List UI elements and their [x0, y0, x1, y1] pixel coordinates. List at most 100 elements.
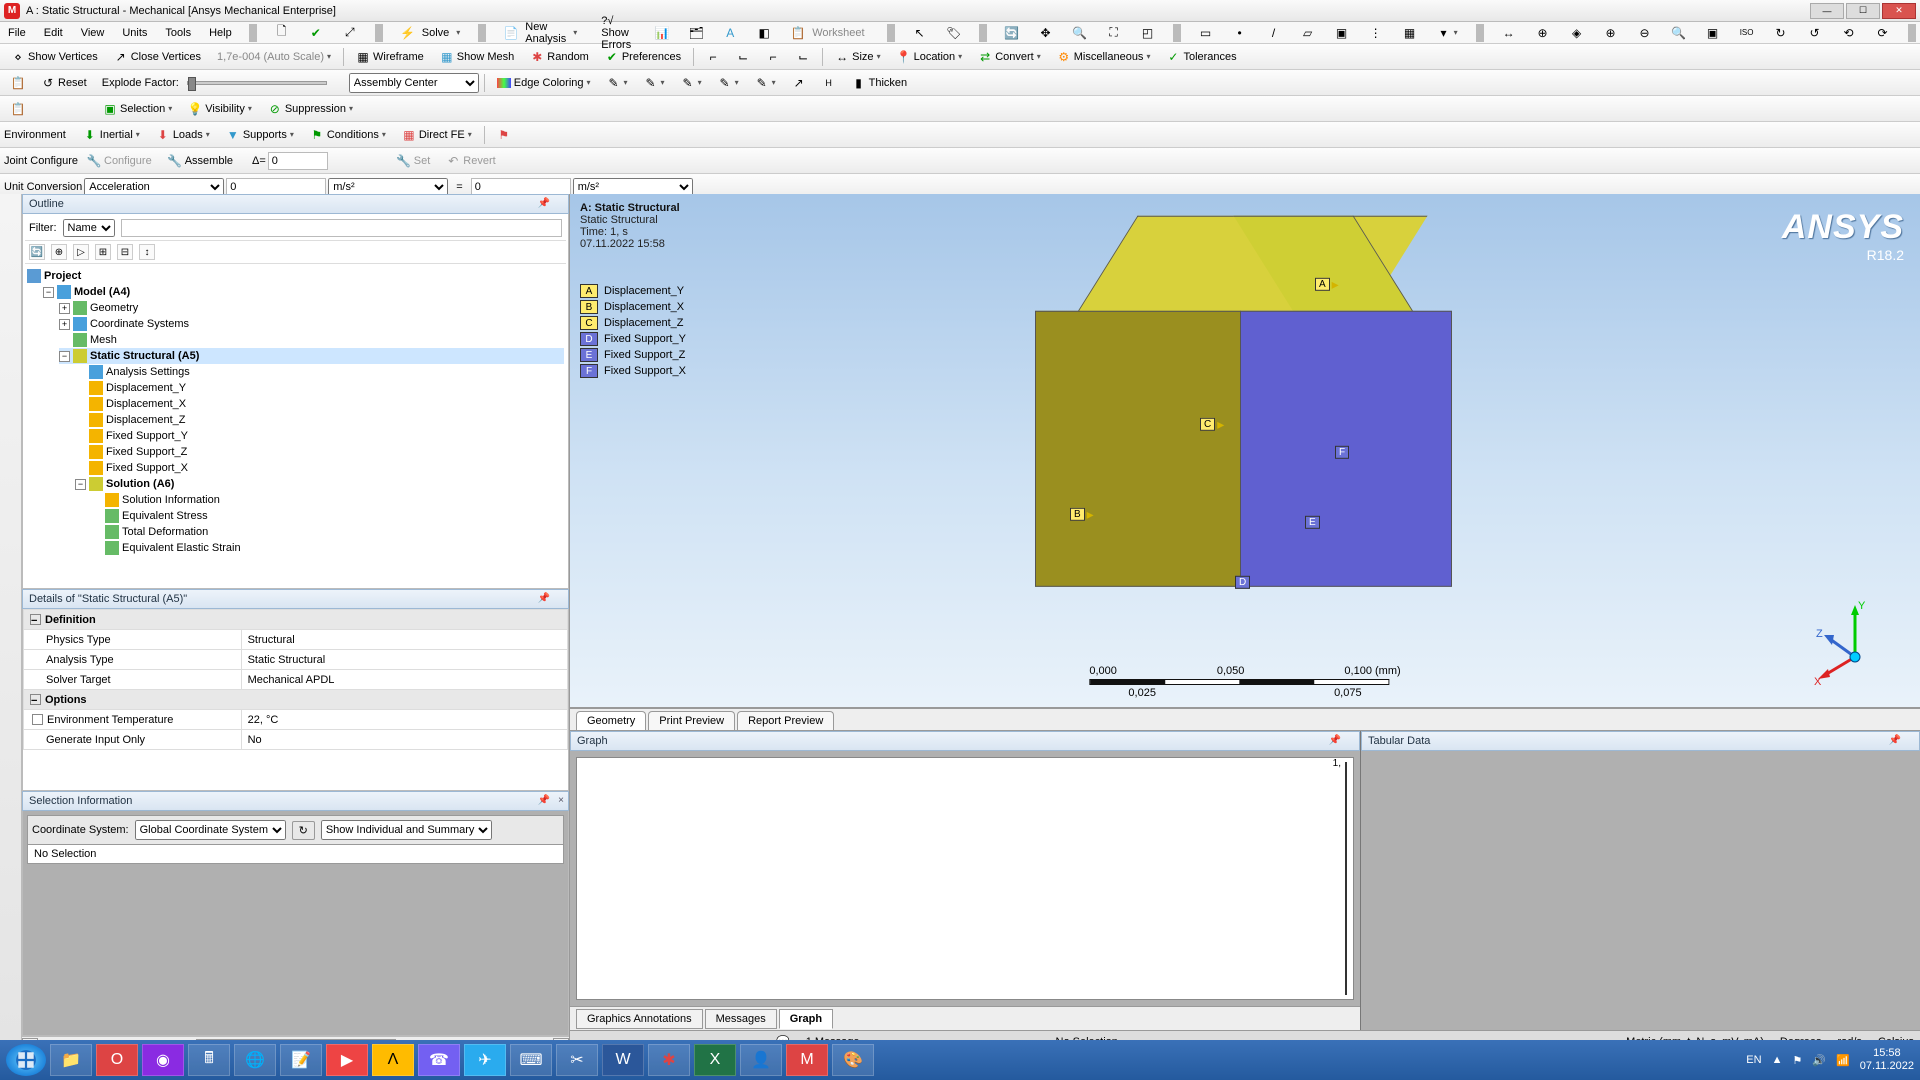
- menu-help[interactable]: Help: [205, 25, 236, 41]
- task-terminal[interactable]: ⌨: [510, 1044, 552, 1076]
- align-2[interactable]: ⌙: [729, 47, 757, 67]
- miscellaneous-dd[interactable]: ⚙Miscellaneous: [1050, 47, 1158, 67]
- extend-icon[interactable]: ↔: [1497, 23, 1521, 43]
- selinfo-pin-icon[interactable]: 📌: [538, 795, 550, 806]
- zoom-fit-icon[interactable]: ⛶: [1102, 23, 1126, 43]
- edge-coloring-dd[interactable]: Edge Coloring: [490, 74, 598, 92]
- details-row-gen-input[interactable]: Generate Input OnlyNo: [24, 730, 568, 750]
- tree-fix-z[interactable]: Fixed Support_Z: [75, 444, 564, 460]
- size-dd[interactable]: ↔Size: [828, 47, 887, 67]
- reset-button[interactable]: ↺Reset: [34, 73, 94, 93]
- tree-minus-icon[interactable]: ⊟: [117, 244, 133, 260]
- sort-icon[interactable]: ↕: [139, 244, 155, 260]
- show-mesh-button[interactable]: ▦Show Mesh: [433, 47, 521, 67]
- worksheet-button[interactable]: 📋Worksheet: [786, 22, 873, 44]
- grow-icon[interactable]: ⊕: [1531, 23, 1555, 43]
- show-vertices-button[interactable]: ⋄Show Vertices: [4, 47, 105, 67]
- details-row-analysis[interactable]: Analysis TypeStatic Structural: [24, 650, 568, 670]
- sel-node-icon[interactable]: ⋮: [1364, 23, 1388, 43]
- suppression-dd[interactable]: ⊘Suppression: [261, 99, 360, 119]
- brush3[interactable]: ✎: [674, 73, 709, 93]
- toolbar-expand-icon[interactable]: ⤢: [338, 23, 362, 43]
- toolbar-small-4[interactable]: ◧: [752, 23, 776, 43]
- refresh-icon[interactable]: 🔄: [29, 244, 45, 260]
- show-mode-select[interactable]: Show Individual and Summary: [321, 820, 492, 840]
- cube-model[interactable]: A▸ C▸ B▸ F E D: [1035, 215, 1455, 635]
- unit-select-2[interactable]: m/s²: [573, 178, 693, 196]
- selinfo-close-icon[interactable]: ×: [558, 795, 564, 806]
- brush2[interactable]: ✎: [637, 73, 672, 93]
- tray-lang[interactable]: EN: [1746, 1054, 1761, 1066]
- unit-val-2[interactable]: [471, 178, 571, 196]
- revert-button[interactable]: ↶Revert: [439, 151, 502, 171]
- conditions-dd[interactable]: ⚑Conditions: [303, 125, 393, 145]
- delta-input[interactable]: [268, 152, 328, 170]
- tray-volume-icon[interactable]: 🔊: [1812, 1054, 1826, 1067]
- paste-icon[interactable]: 📋: [4, 99, 32, 119]
- orientation-triad[interactable]: Y X Z: [1810, 597, 1900, 687]
- view-x-icon[interactable]: ↻: [1769, 23, 1793, 43]
- flag-icon[interactable]: ⚑: [490, 125, 518, 145]
- quantity-select[interactable]: Acceleration: [84, 178, 224, 196]
- pan-icon[interactable]: ✥: [1034, 23, 1058, 43]
- toolbar-small-1[interactable]: 📊: [650, 23, 674, 43]
- sel-body-icon[interactable]: ▣: [1330, 23, 1354, 43]
- task-app3[interactable]: 👤: [740, 1044, 782, 1076]
- direction-icon[interactable]: ↗: [785, 73, 813, 93]
- task-word[interactable]: W: [602, 1044, 644, 1076]
- zoom-out-icon[interactable]: ⊖: [1633, 23, 1657, 43]
- close-vertices-button[interactable]: ↗Close Vertices: [107, 47, 208, 67]
- sel-face-icon[interactable]: ▱: [1296, 23, 1320, 43]
- tree-disp-x[interactable]: Displacement_X: [75, 396, 564, 412]
- task-gmail[interactable]: M: [786, 1044, 828, 1076]
- tray-network-icon[interactable]: 📶: [1836, 1054, 1850, 1067]
- filter-input[interactable]: [121, 219, 563, 237]
- start-button[interactable]: [6, 1044, 46, 1076]
- clipboard-icon[interactable]: 📋: [4, 73, 32, 93]
- toolbar-print-icon[interactable]: 🗋: [270, 23, 294, 43]
- zoom-box-icon[interactable]: ◰: [1136, 23, 1160, 43]
- tree-plus-icon[interactable]: ⊞: [95, 244, 111, 260]
- sel-edge-icon[interactable]: /: [1262, 23, 1286, 43]
- view-z2-icon[interactable]: ⟳: [1871, 23, 1895, 43]
- tree-static-structural[interactable]: −Static Structural (A5): [59, 348, 564, 364]
- align-4[interactable]: ⌙: [789, 47, 817, 67]
- graph-body[interactable]: 1,: [576, 757, 1354, 1000]
- tree-disp-z[interactable]: Displacement_Z: [75, 412, 564, 428]
- tree-coord[interactable]: +Coordinate Systems: [59, 316, 564, 332]
- tree-geometry[interactable]: +Geometry: [59, 300, 564, 316]
- selection-dd[interactable]: ▣Selection: [96, 99, 179, 119]
- task-notes[interactable]: 📝: [280, 1044, 322, 1076]
- tab-print-preview[interactable]: Print Preview: [648, 711, 735, 730]
- task-opera[interactable]: O: [96, 1044, 138, 1076]
- btab-graph[interactable]: Graph: [779, 1009, 833, 1029]
- coord-system-select[interactable]: Global Coordinate System: [135, 820, 286, 840]
- task-chrome[interactable]: 🌐: [234, 1044, 276, 1076]
- tree-solution-info[interactable]: Solution Information: [91, 492, 564, 508]
- rotate-icon[interactable]: 🔄: [1000, 23, 1024, 43]
- sel-mode-dd[interactable]: ▾: [1432, 23, 1463, 43]
- brush1[interactable]: ✎: [600, 73, 635, 93]
- brush4[interactable]: ✎: [711, 73, 746, 93]
- view-z-icon[interactable]: ⟲: [1837, 23, 1861, 43]
- graph-pin-icon[interactable]: 📌: [1329, 735, 1341, 746]
- tree-fix-x[interactable]: Fixed Support_X: [75, 460, 564, 476]
- tray-clock[interactable]: 15:5807.11.2022: [1860, 1047, 1914, 1073]
- btab-messages[interactable]: Messages: [705, 1009, 777, 1029]
- details-row-physics[interactable]: Physics TypeStructural: [24, 630, 568, 650]
- tree-solution[interactable]: −Solution (A6): [75, 476, 564, 492]
- close-button[interactable]: ✕: [1882, 3, 1916, 19]
- tree-eq-stress[interactable]: Equivalent Stress: [91, 508, 564, 524]
- view-y-icon[interactable]: ↺: [1803, 23, 1827, 43]
- menu-units[interactable]: Units: [118, 25, 151, 41]
- tree-fix-y[interactable]: Fixed Support_Y: [75, 428, 564, 444]
- tab-report-preview[interactable]: Report Preview: [737, 711, 834, 730]
- task-telegram[interactable]: ✈: [464, 1044, 506, 1076]
- tree-total-def[interactable]: Total Deformation: [91, 524, 564, 540]
- details-row-solver[interactable]: Solver TargetMechanical APDL: [24, 670, 568, 690]
- expand-icon[interactable]: ⊕: [51, 244, 67, 260]
- sel-elem-icon[interactable]: ▦: [1398, 23, 1422, 43]
- task-paint[interactable]: 🎨: [832, 1044, 874, 1076]
- toolbar-check-icon[interactable]: ✔: [304, 23, 328, 43]
- view-iso-icon[interactable]: ◈: [1565, 23, 1589, 43]
